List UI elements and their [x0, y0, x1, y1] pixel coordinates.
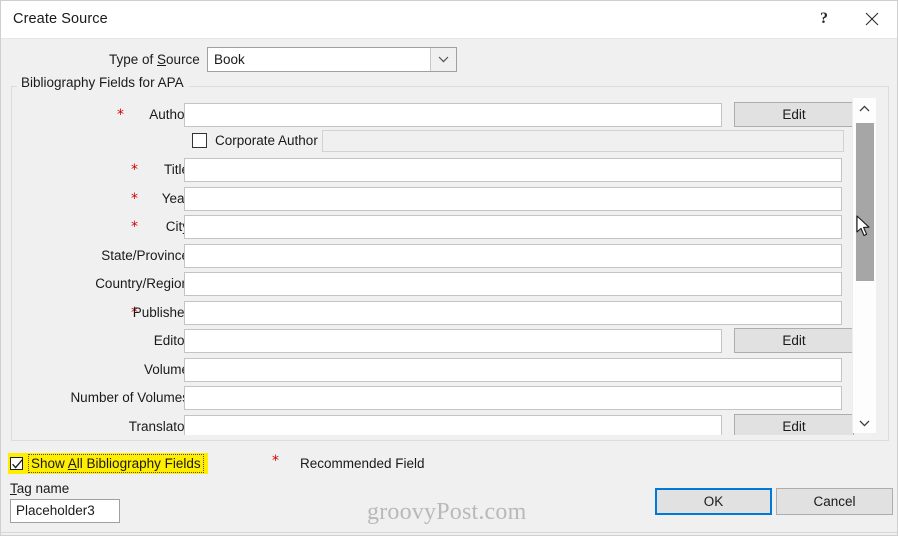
field-input[interactable] [184, 272, 842, 297]
close-button[interactable] [849, 1, 895, 37]
fields-scrollbar[interactable] [852, 98, 876, 433]
recommended-field-star: * [272, 453, 279, 469]
edit-button[interactable]: Edit [734, 328, 854, 354]
field-label: Translator [128, 418, 189, 434]
recommended-field-label: Recommended Field [300, 456, 425, 471]
corporate-author-row: Corporate Author [12, 129, 888, 153]
field-input[interactable] [184, 158, 842, 182]
page-title: Create Source [13, 11, 108, 27]
create-source-dialog: Create Source ? Type of Source Book Bibl… [0, 0, 898, 536]
required-field-star: * [131, 162, 138, 178]
corporate-author-input [322, 130, 844, 152]
edit-button[interactable]: Edit [734, 413, 854, 435]
field-row: * Publisher [12, 300, 888, 326]
tag-name-label-accel: T [10, 481, 17, 496]
field-row: State/Province [12, 243, 888, 269]
title-bar: Create Source ? [1, 1, 897, 39]
field-row: Country/Region [12, 271, 888, 297]
tag-name-label-post: ag name [16, 481, 70, 496]
field-label: Publisher [132, 304, 189, 320]
field-row: * Author Edit [12, 102, 888, 128]
field-input[interactable] [184, 243, 842, 268]
field-input[interactable] [184, 186, 842, 211]
field-label: Country/Region [95, 276, 189, 292]
chevron-up-icon [859, 104, 870, 111]
field-row: Volume [12, 357, 888, 383]
close-icon [865, 12, 879, 26]
required-field-star: * [131, 190, 138, 207]
type-of-source-dropdown-button[interactable] [430, 48, 456, 71]
chevron-down-icon [438, 56, 449, 63]
tag-name-label: Tag name [10, 481, 69, 496]
watermark: groovyPost.com [367, 499, 527, 525]
show-all-label-post: ll Bibliography Fields [76, 456, 201, 471]
show-all-bibliography-fields-checkbox[interactable]: Show All Bibliography Fields [8, 453, 208, 474]
field-label: State/Province [101, 247, 189, 263]
cancel-button[interactable]: Cancel [776, 488, 893, 515]
tag-name-input[interactable]: Placeholder3 [10, 499, 120, 523]
show-all-checkbox-box[interactable] [10, 457, 23, 470]
show-all-checkbox-label: Show All Bibliography Fields [28, 454, 204, 473]
field-input[interactable] [184, 414, 722, 435]
type-of-source-select[interactable]: Book [207, 47, 457, 72]
chevron-down-icon [859, 420, 870, 427]
field-label: Number of Volumes [70, 390, 189, 406]
edit-button[interactable]: Edit [734, 102, 854, 127]
field-row: * City [12, 214, 888, 240]
field-row: Translator Edit [12, 413, 888, 435]
checkmark-icon [12, 459, 23, 469]
required-field-star: * [131, 219, 138, 236]
field-input[interactable] [184, 386, 842, 411]
show-all-label-pre: Show [31, 456, 68, 471]
field-label: Volume [143, 361, 189, 377]
show-all-label-accel: A [67, 456, 77, 471]
field-row: * Year [12, 186, 888, 212]
field-row: * Title [12, 157, 888, 183]
tos-label-accel: S [157, 52, 167, 67]
field-input[interactable] [184, 103, 722, 127]
fields-scroll-viewport: * Author Edit * Title * Year * City State/Provinc… [12, 87, 888, 435]
required-field-star: * [117, 107, 124, 123]
tos-label-pre: Type of [109, 52, 158, 67]
tos-label-post: ource [166, 52, 200, 67]
help-button[interactable]: ? [801, 1, 847, 37]
field-input[interactable] [184, 329, 722, 354]
field-input[interactable] [184, 215, 842, 240]
footer-divider [1, 532, 897, 533]
bibliography-fields-group-title: Bibliography Fields for APA [17, 75, 189, 90]
scroll-down-button[interactable] [853, 413, 876, 433]
type-of-source-label: Type of Source [109, 52, 200, 67]
field-row: Editor Edit [12, 328, 888, 354]
tag-name-value: Placeholder3 [16, 503, 95, 518]
ok-button[interactable]: OK [655, 488, 772, 515]
scroll-up-button[interactable] [853, 98, 876, 118]
type-of-source-value: Book [214, 52, 245, 67]
scrollbar-thumb[interactable] [856, 123, 874, 281]
field-row: Number of Volumes [12, 385, 888, 411]
corporate-author-label: Corporate Author [215, 133, 318, 148]
question-mark-icon: ? [820, 10, 828, 27]
field-input[interactable] [184, 357, 842, 382]
field-input[interactable] [184, 300, 842, 325]
corporate-author-checkbox[interactable] [192, 133, 207, 148]
